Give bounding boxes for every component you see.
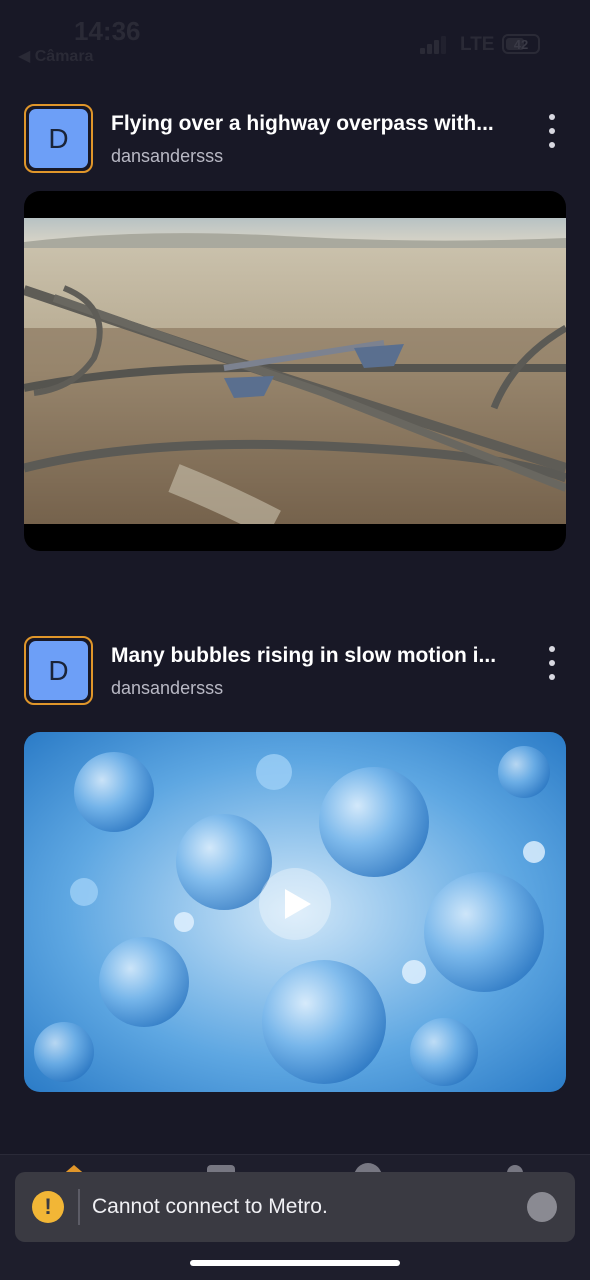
back-to-app-link[interactable]: ◀ Câmara	[18, 46, 93, 66]
video-card[interactable]: D Many bubbles rising in slow motion i..…	[24, 636, 566, 1092]
error-toast[interactable]: ! Cannot connect to Metro.	[15, 1172, 575, 1242]
dismiss-toast-button[interactable]	[527, 1192, 557, 1222]
signal-icon	[420, 36, 448, 54]
avatar[interactable]: D	[24, 104, 93, 173]
video-thumbnail	[24, 218, 566, 524]
status-time: 14:36	[74, 16, 141, 46]
warning-icon: !	[32, 1191, 64, 1223]
toast-message: Cannot connect to Metro.	[92, 1195, 328, 1218]
video-author[interactable]: dansandersss	[111, 678, 223, 699]
play-button[interactable]	[259, 868, 331, 940]
video-title[interactable]: Flying over a highway overpass with...	[111, 112, 521, 136]
video-card[interactable]: D Flying over a highway overpass with...…	[24, 104, 566, 551]
network-type: LTE	[460, 34, 495, 55]
status-bar: 14:36 ◀ Câmara LTE 42	[0, 0, 590, 80]
battery-level: 42	[513, 37, 529, 52]
avatar[interactable]: D	[24, 636, 93, 705]
video-title[interactable]: Many bubbles rising in slow motion i...	[111, 644, 521, 668]
card-header: D Flying over a highway overpass with...…	[24, 104, 566, 174]
avatar-letter: D	[29, 641, 88, 700]
toast-divider	[78, 1189, 80, 1225]
video-author[interactable]: dansandersss	[111, 146, 223, 167]
card-header: D Many bubbles rising in slow motion i..…	[24, 636, 566, 706]
video-player[interactable]	[24, 191, 566, 551]
play-icon	[285, 889, 311, 919]
battery-icon: 42	[502, 34, 540, 54]
more-options-icon[interactable]	[544, 114, 560, 148]
avatar-letter: D	[29, 109, 88, 168]
video-player[interactable]	[24, 732, 566, 1092]
more-options-icon[interactable]	[544, 646, 560, 680]
home-indicator[interactable]	[190, 1260, 400, 1266]
